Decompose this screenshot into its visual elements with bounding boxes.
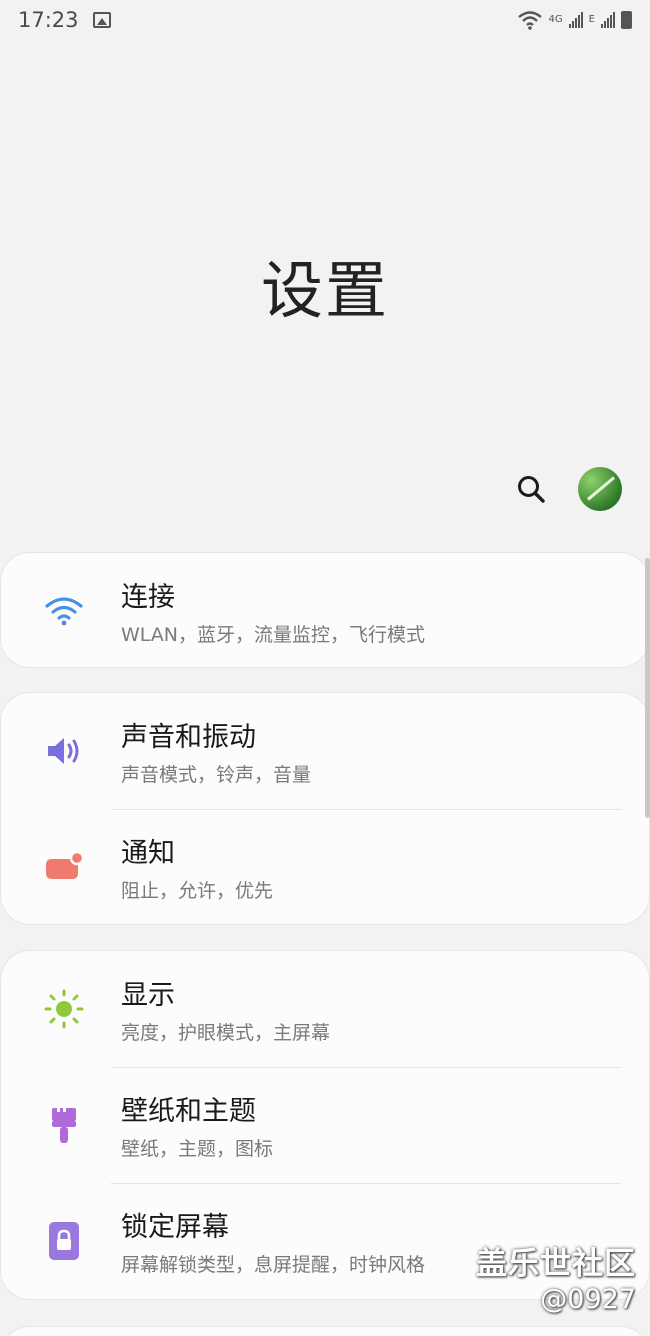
network-type-4g: 4G <box>548 14 563 25</box>
image-icon <box>92 12 111 28</box>
wifi-status-icon <box>517 11 542 30</box>
settings-item-subtitle: 亮度，护眼模式，主屏幕 <box>121 1022 331 1044</box>
sun-icon <box>43 988 85 1030</box>
settings-card-sound: 声音和振动 声音模式，铃声，音量 通知 阻止，允许，优先 <box>0 692 650 925</box>
signal-icon <box>568 12 583 28</box>
settings-item-subtitle: 屏幕解锁类型，息屏提醒，时钟风格 <box>121 1254 426 1276</box>
divider <box>111 1067 621 1068</box>
settings-card-next <box>0 1326 650 1336</box>
settings-item-subtitle: WLAN，蓝牙，流量监控，飞行模式 <box>121 624 426 646</box>
settings-item-wallpaper[interactable]: 壁纸和主题 壁纸，主题，图标 <box>1 1067 649 1183</box>
settings-item-subtitle: 阻止，允许，优先 <box>121 880 274 902</box>
settings-item-title: 锁定屏幕 <box>121 1212 229 1243</box>
signal-icon-2 <box>601 12 615 28</box>
lock-icon <box>43 1220 85 1262</box>
settings-item-notifications[interactable]: 通知 阻止，允许，优先 <box>1 809 649 925</box>
speaker-icon <box>43 730 85 772</box>
settings-item-subtitle: 壁纸，主题，图标 <box>121 1138 274 1160</box>
divider <box>111 809 621 810</box>
divider <box>111 1183 621 1184</box>
settings-item-title: 声音和振动 <box>121 722 256 753</box>
settings-item-sound[interactable]: 声音和振动 声音模式，铃声，音量 <box>1 693 649 809</box>
avatar[interactable] <box>578 467 622 511</box>
search-button[interactable] <box>510 468 552 510</box>
settings-card-connections: 连接 WLAN，蓝牙，流量监控，飞行模式 <box>0 552 650 668</box>
settings-item-title: 通知 <box>121 838 175 869</box>
header-actions <box>510 466 622 512</box>
settings-item-title: 壁纸和主题 <box>121 1096 256 1127</box>
page-title: 设置 <box>260 254 389 327</box>
settings-item-connections[interactable]: 连接 WLAN，蓝牙，流量监控，飞行模式 <box>1 553 649 669</box>
watermark-community: 盖乐世社区 <box>476 1246 636 1282</box>
settings-item-subtitle: 声音模式，铃声，音量 <box>121 764 312 786</box>
search-icon <box>518 476 545 503</box>
settings-item-title: 连接 <box>121 582 175 613</box>
wifi-icon <box>43 590 85 632</box>
settings-item-display[interactable]: 显示 亮度，护眼模式，主屏幕 <box>1 951 649 1067</box>
network-type-e: E <box>588 14 595 25</box>
watermark-handle: @0927 <box>540 1284 636 1315</box>
notification-icon <box>43 846 85 888</box>
settings-item-title: 显示 <box>121 980 175 1011</box>
status-bar: 17:23 4G E <box>0 0 650 40</box>
battery-icon <box>621 11 632 29</box>
brush-icon <box>43 1104 85 1146</box>
scrollbar[interactable] <box>645 558 650 818</box>
status-time: 17:23 <box>18 8 79 32</box>
